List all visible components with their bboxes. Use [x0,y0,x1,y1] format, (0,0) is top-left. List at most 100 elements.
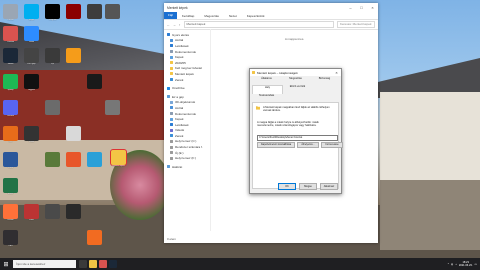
dialog-title: Mentett képek – tulajdonságok [257,70,298,75]
tab-view[interactable]: Nézet [224,14,242,18]
drive-icon [170,145,173,149]
up-arrow-icon[interactable]: ↑ [179,23,181,27]
music-icon [170,134,173,138]
address-input[interactable]: Mentett képek [183,21,334,28]
location-panel: A Mentett képek mappában lévő fájlok az … [252,102,343,189]
folder-icon [170,72,173,76]
tab-customize[interactable]: Testreszabás [252,94,281,102]
nav-item[interactable]: Zenék [164,77,210,83]
network-icon[interactable]: ◍ [451,263,453,266]
desktop-icon[interactable]: VLC [3,126,18,143]
nav-item[interactable]: Helyi lemez (F:) [164,155,210,161]
desktop-icon[interactable]: Steam [3,48,18,65]
move-button[interactable]: Áthelyezés... [297,142,319,148]
find-target-button[interactable]: Cél keresése [321,142,343,148]
desktop-icon[interactable]: Zoom [24,26,39,43]
desktop-icon[interactable] [87,152,102,167]
notification-icon[interactable]: ▭ [475,263,477,266]
music-icon [170,78,173,82]
document-icon [170,112,173,116]
nav-network[interactable]: Hálózat [164,164,210,170]
desktop-icon-small [170,106,173,110]
desktop-icon[interactable]: Excel [3,178,18,195]
back-arrow-icon[interactable]: ← [167,23,170,27]
maximize-icon[interactable]: □ [356,3,367,12]
desktop-icon[interactable]: Telegram [45,4,60,21]
desktop-icon[interactable] [66,126,81,141]
desktop-icon[interactable] [87,4,102,19]
close-icon[interactable]: × [367,3,378,12]
dialog-titlebar[interactable]: Mentett képek – tulajdonságok × [250,69,341,76]
search-input[interactable]: Keresés: Mentett képek [337,21,375,28]
tab-home[interactable]: Kezdőlap [177,14,200,18]
system-tray: ^ ◍ ◖ 18:23 2021.06.23. ▭ [448,261,480,267]
windows-start-icon[interactable]: ⊞ [0,258,12,270]
folder-icon [170,66,173,70]
desktop-icon[interactable]: Zip [45,48,60,65]
taskbar-search-input[interactable]: Írjon ide a kereséshez [13,260,76,268]
drive-icon [170,151,173,155]
chrome-icon[interactable] [99,260,107,268]
nav-onedrive[interactable]: OneDrive [164,85,210,91]
tab-security[interactable]: Biztonság [310,77,339,85]
desktop-icon[interactable] [45,204,60,219]
desktop-icon[interactable] [66,4,81,19]
clock-date: 2021.06.23. [458,264,473,267]
desktop-icon[interactable]: Chrome [3,26,18,43]
tab-picture-tools[interactable]: Képeszközök [242,14,270,18]
empty-folder-message: A mappa üres. [284,37,305,41]
folder-location-icon [256,106,260,110]
tab-file[interactable]: Fájl [164,12,177,19]
desktop-icon[interactable]: Lomtár [3,4,18,21]
desktop-icon[interactable] [87,74,102,89]
desktop-icon-selected-folder[interactable]: Mentett képek [110,149,127,167]
desktop-icon[interactable]: Word [3,152,18,169]
desktop-icon[interactable] [105,4,120,19]
tab-sharing[interactable]: Megosztás [281,77,310,85]
desktop-icon[interactable]: OBS [3,230,18,247]
cancel-button[interactable]: Mégse [299,183,317,190]
desktop-icon[interactable]: Jegyzet [24,74,39,91]
tab-general[interactable]: Általános [252,77,281,85]
apply-button[interactable]: Alkalmaz [320,183,338,190]
drive-icon [170,139,173,143]
tab-location[interactable]: Hely [252,85,283,94]
desktop-icon[interactable] [45,152,60,167]
desktop-icon[interactable] [87,230,102,245]
desktop-icon[interactable] [66,204,81,219]
desktop-icon[interactable] [66,48,81,63]
desktop-icon[interactable] [105,100,120,115]
desktop-icon[interactable]: Skype [24,4,39,21]
network-icon [167,165,170,169]
dialog-tabs: Általános Megosztás Biztonság Hely Előző… [250,76,341,102]
desktop-icon[interactable] [45,100,60,115]
desktop-icon[interactable]: Fotók [24,126,39,143]
pictures-icon [170,55,173,59]
desktop-icon[interactable] [66,152,81,167]
forward-arrow-icon[interactable]: → [173,23,176,27]
close-icon[interactable]: × [332,69,341,76]
ok-button[interactable]: OK [278,183,296,190]
restore-default-button[interactable]: Alapértelmezett visszaállítása [257,142,295,148]
desktop-icon[interactable]: Zene [24,204,39,221]
desktop-icon[interactable]: Spotify [3,74,18,91]
pictures-icon [170,117,173,121]
location-info-text: A Mentett képek mappában lévő fájlok az … [263,106,330,113]
file-explorer-icon[interactable] [89,260,97,268]
tab-share[interactable]: Megosztás [199,14,224,18]
wallpaper-stone-right [380,180,480,250]
ribbon-tabs: Fájl Kezdőlap Megosztás Nézet Képeszközö… [164,12,378,20]
desktop-icon[interactable]: Discord [3,100,18,117]
desktop-icon[interactable]: Ez a gép [24,48,39,65]
tab-previous-versions[interactable]: Előző verziók [283,85,312,93]
chevron-up-icon[interactable]: ^ [448,263,449,266]
clock[interactable]: 18:23 2021.06.23. [459,261,473,267]
explorer-titlebar[interactable]: Mentett képek – □ × [164,3,378,12]
task-view-icon[interactable] [79,260,87,268]
steam-icon[interactable] [109,260,117,268]
location-path-input[interactable]: C:\Users\Zsolt\Desktop\Zenei Fotozat [257,135,338,141]
minimize-icon[interactable]: – [345,3,356,12]
desktop-icon[interactable]: Firefox [3,204,18,221]
volume-icon[interactable]: ◖ [455,263,457,266]
navigation-pane: Gyors elérés Asztal Letöltések Dokumentu… [164,29,211,231]
